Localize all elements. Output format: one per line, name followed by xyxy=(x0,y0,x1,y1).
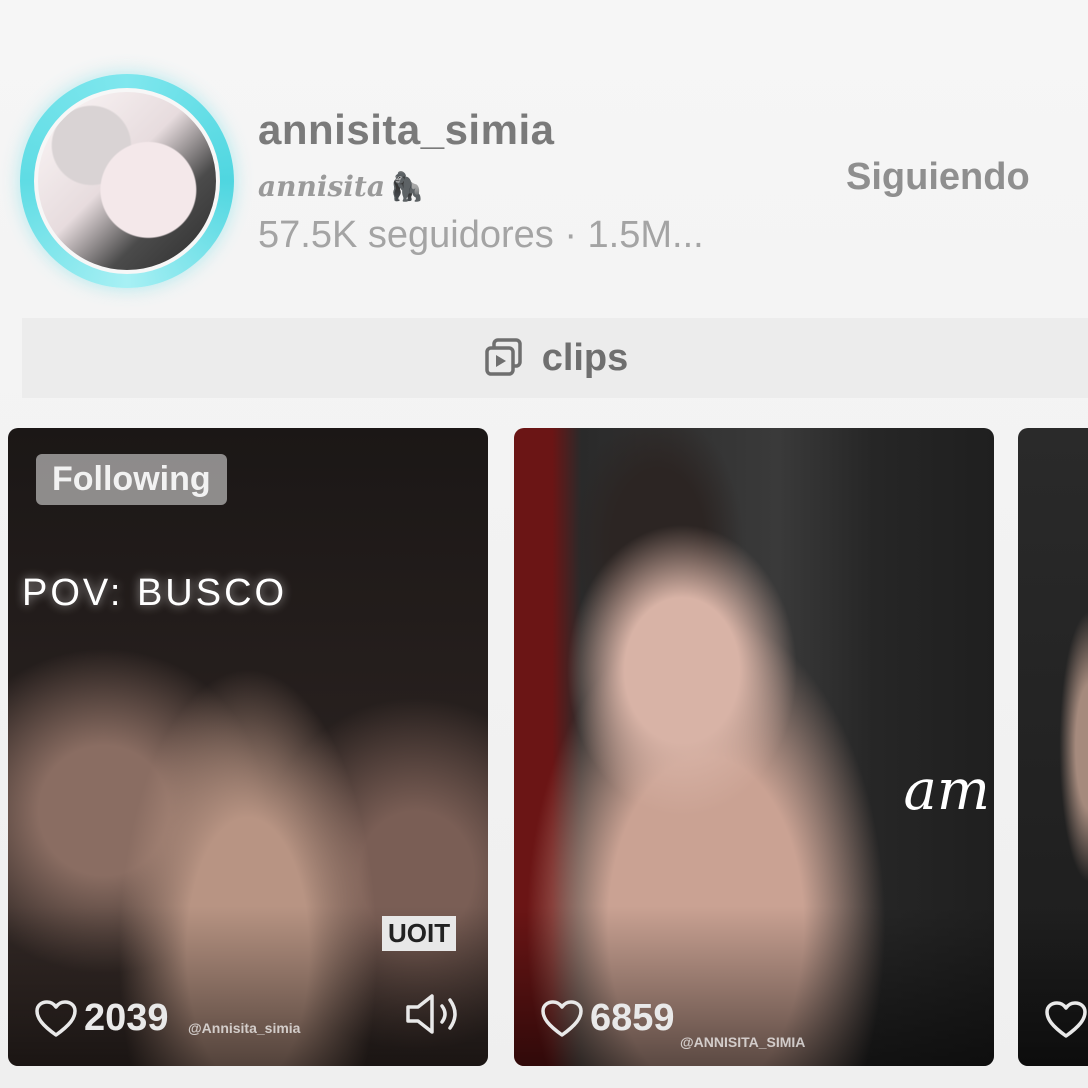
avatar[interactable] xyxy=(34,88,220,274)
clip-watermark: @Annisita_simia xyxy=(188,1020,301,1036)
heart-icon xyxy=(35,999,77,1037)
clip-caption-overlay: POV: BUSCO xyxy=(22,572,288,614)
heart-icon xyxy=(541,999,583,1037)
clips-icon xyxy=(484,338,522,376)
clip-card[interactable] xyxy=(1018,428,1088,1066)
card-gradient xyxy=(1018,906,1088,1066)
avatar-story-ring[interactable] xyxy=(20,74,234,288)
following-badge: Following xyxy=(36,454,227,505)
heart-icon xyxy=(1045,1001,1087,1038)
follower-stats: 57.5K seguidores · 1.5M... xyxy=(258,214,704,256)
like-count[interactable]: 6859 xyxy=(540,997,675,1040)
ring-logo: am xyxy=(903,758,991,823)
like-count[interactable]: 2039 xyxy=(34,997,169,1040)
display-name-text: annisita xyxy=(258,170,385,203)
clips-label: clips xyxy=(541,336,629,379)
username[interactable]: annisita_simia xyxy=(258,106,554,154)
ring-sign: UOIT xyxy=(382,916,457,951)
like-count-value: 6859 xyxy=(590,997,675,1039)
following-button[interactable]: Siguiendo xyxy=(828,150,1048,205)
like-count-value: 2039 xyxy=(84,997,169,1039)
clip-card[interactable]: Following POV: BUSCO UOIT @Annisita_simi… xyxy=(8,428,488,1066)
clips-tab[interactable]: clips xyxy=(22,318,1088,398)
display-name: annisita 🦍 xyxy=(258,170,424,203)
speaker-icon[interactable] xyxy=(404,992,464,1036)
clip-card[interactable]: am @ANNISITA_SIMIA 6859 xyxy=(514,428,994,1066)
profile-page: annisita_simia annisita 🦍 57.5K seguidore… xyxy=(0,0,1088,1088)
clip-watermark: @ANNISITA_SIMIA xyxy=(680,1034,806,1050)
gorilla-emoji: 🦍 xyxy=(388,170,424,203)
